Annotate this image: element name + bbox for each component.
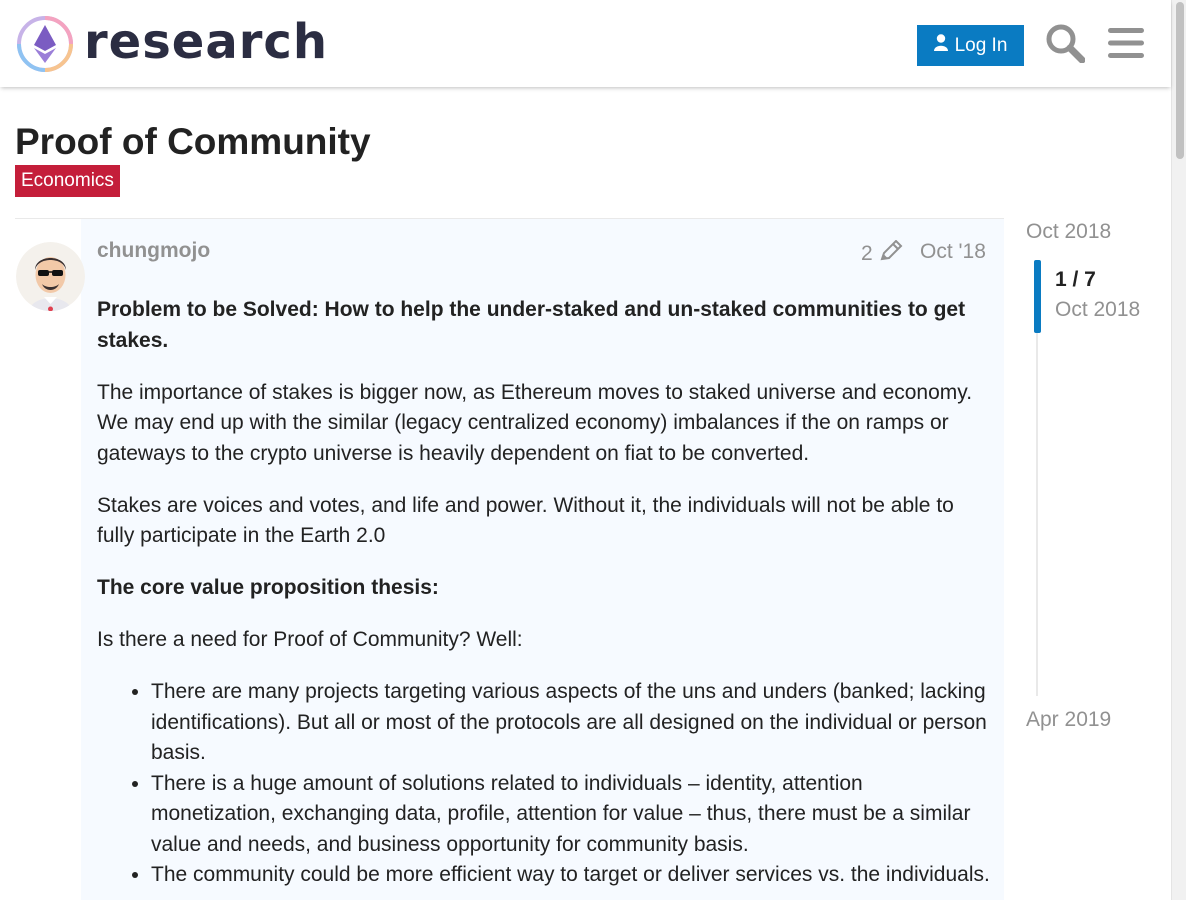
hamburger-menu-icon[interactable] [1104,19,1148,67]
category-badge[interactable]: Economics [15,165,120,197]
bullet-list: There are many projects targeting variou… [151,677,992,891]
thesis-heading: The core value proposition thesis: [97,576,439,599]
timeline-handle[interactable] [1034,260,1041,333]
site-logo-icon[interactable] [16,15,74,73]
timeline-position: 1 / 7 [1055,268,1096,291]
search-icon[interactable] [1043,19,1087,67]
site-name[interactable]: research [84,14,328,70]
problem-heading: Problem to be Solved: How to help the un… [97,298,966,352]
timeline-start-date[interactable]: Oct 2018 [1026,220,1111,244]
paragraph-need: Is there a need for Proof of Community? … [97,628,523,651]
user-icon [933,34,948,57]
list-item: There is a huge amount of solutions rela… [151,769,992,861]
timeline-position-date: Oct 2018 [1055,298,1141,321]
edit-count: 2 [861,242,873,265]
list-item: The community could be more efficient wa… [151,860,992,891]
post-username[interactable]: chungmojo [97,239,210,263]
timeline-end-date[interactable]: Apr 2019 [1026,708,1111,732]
scrollbar-thumb[interactable] [1176,2,1184,159]
site-header: research Log In [0,0,1171,87]
paragraph-importance: The importance of stakes is bigger now, … [97,380,973,465]
post-content: Problem to be Solved: How to help the un… [97,295,992,891]
paragraph-stakes: Stakes are voices and votes, and life an… [97,493,954,548]
edit-history-button[interactable]: 2 [861,239,903,268]
user-avatar[interactable] [16,242,85,311]
list-item: There are many projects targeting variou… [151,677,992,769]
pencil-icon [879,239,903,268]
topic-title[interactable]: Proof of Community [15,120,371,164]
page-scrollbar[interactable] [1171,0,1186,900]
post-date-link[interactable]: Oct '18 [920,240,986,264]
login-button[interactable]: Log In [917,25,1024,66]
login-label: Log In [954,34,1008,56]
